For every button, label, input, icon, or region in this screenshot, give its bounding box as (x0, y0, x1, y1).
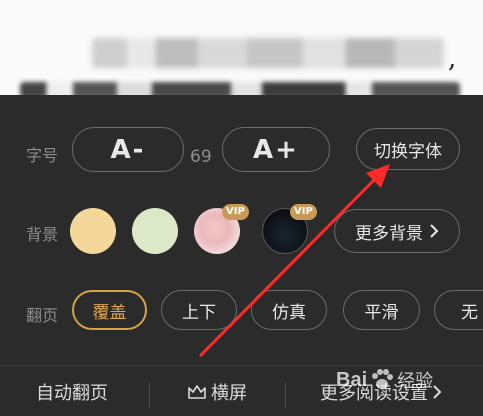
background-swatch-green[interactable] (132, 208, 178, 254)
page-mode-scroll[interactable]: 上下 (161, 290, 237, 330)
font-size-value: 69 (190, 147, 212, 167)
crown-rotate-icon (188, 384, 206, 399)
switch-font-button[interactable]: 切换字体 (356, 128, 460, 170)
page-mode-none[interactable]: 无 (434, 290, 483, 330)
font-size-label: 字号 (26, 146, 59, 165)
blurred-text-line (20, 82, 460, 95)
font-decrease-button[interactable]: A- (72, 127, 184, 172)
baidu-watermark: Bai 经验 (336, 362, 476, 398)
page-mode-smooth[interactable]: 平滑 (343, 290, 420, 330)
landscape-button[interactable]: 横屏 (187, 366, 247, 416)
reader-content: , (0, 0, 483, 95)
divider (149, 382, 150, 408)
watermark-text: Bai (336, 368, 368, 391)
page-mode-cover[interactable]: 覆盖 (72, 290, 147, 330)
vip-badge: VIP (222, 204, 249, 220)
background-label: 背景 (26, 225, 59, 244)
trailing-punctuation: , (448, 44, 457, 74)
background-swatch-yellow[interactable] (70, 208, 116, 254)
vip-badge: VIP (290, 204, 317, 220)
paw-icon (372, 369, 394, 389)
more-backgrounds-label: 更多背景 (355, 223, 423, 244)
watermark-text-2: 经验 (397, 371, 434, 392)
page-mode-simulate[interactable]: 仿真 (251, 290, 327, 330)
divider (285, 382, 286, 408)
landscape-label: 横屏 (211, 382, 247, 404)
chevron-right-icon (430, 224, 439, 238)
more-backgrounds-button[interactable]: 更多背景 (334, 209, 460, 253)
page-turn-label: 翻页 (26, 306, 59, 325)
font-increase-button[interactable]: A+ (222, 127, 330, 172)
blurred-text-line (92, 38, 444, 68)
auto-page-button[interactable]: 自动翻页 (36, 366, 108, 416)
